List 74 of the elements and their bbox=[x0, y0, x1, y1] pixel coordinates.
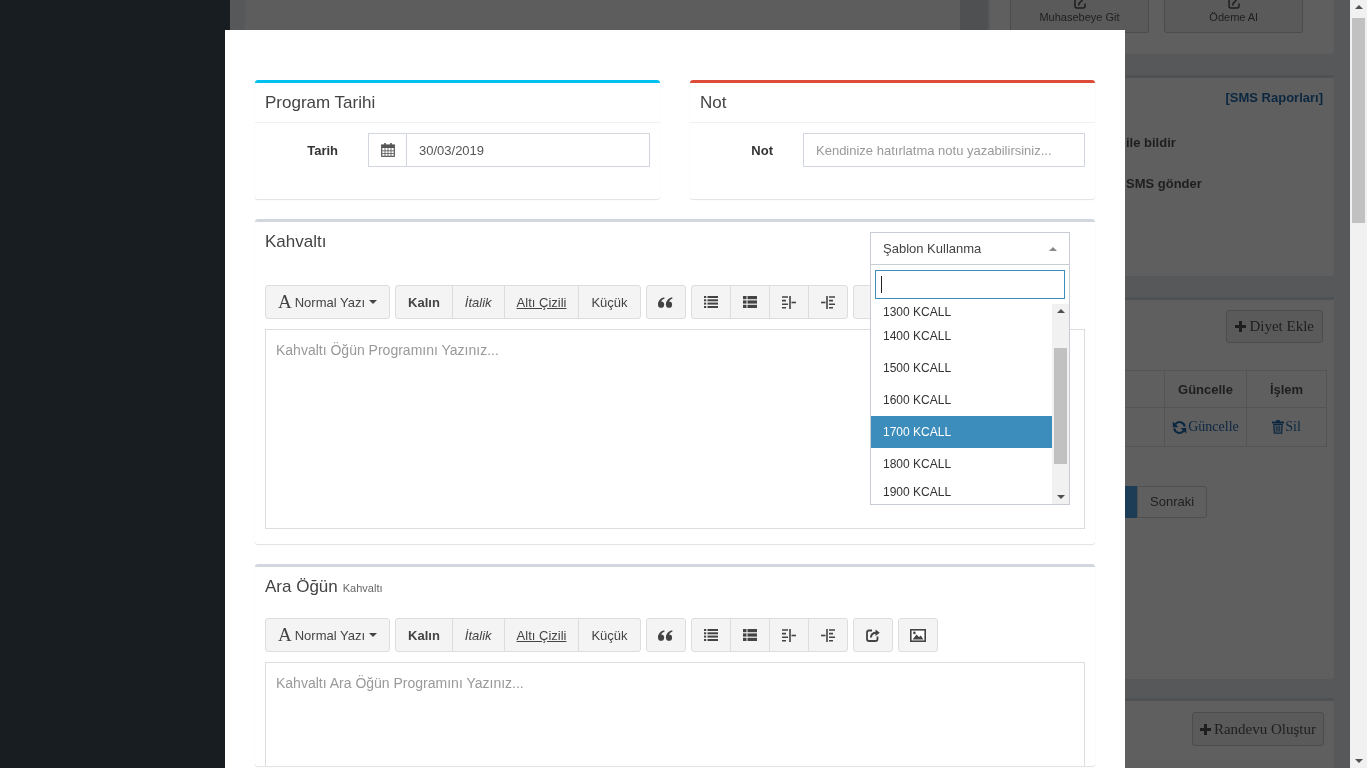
dropdown-option[interactable]: 1600 KCALL bbox=[871, 384, 1052, 416]
option-label: ile bildir bbox=[1126, 134, 1176, 152]
bullet-list-button[interactable] bbox=[690, 618, 731, 652]
list-button[interactable] bbox=[729, 618, 770, 652]
link-button[interactable] bbox=[852, 618, 893, 652]
list-icon bbox=[742, 296, 757, 308]
scroll-up-icon[interactable] bbox=[1354, 5, 1363, 9]
scrollbar-thumb[interactable] bbox=[1054, 348, 1067, 464]
bullet-list-button[interactable] bbox=[690, 285, 731, 319]
caret-icon bbox=[369, 633, 378, 637]
outdent-icon bbox=[781, 295, 796, 309]
caret-icon bbox=[369, 300, 378, 304]
scrollbar-thumb[interactable] bbox=[1352, 18, 1365, 223]
format-button[interactable]: Altı Çizili bbox=[503, 618, 580, 652]
scroll-up-icon[interactable] bbox=[1056, 309, 1065, 313]
date-field[interactable]: 30/03/2019 bbox=[406, 133, 650, 167]
edit-icon bbox=[1227, 0, 1240, 9]
edit-icon bbox=[1073, 0, 1086, 9]
text-editor[interactable]: Kahvaltı Ara Öğün Programını Yazınız... bbox=[265, 662, 1085, 766]
field-label: Not bbox=[750, 142, 773, 158]
section-title: Ara Öğün bbox=[265, 577, 338, 597]
indent-icon bbox=[820, 628, 835, 642]
text-style-dropdown[interactable]: A Normal Yazı bbox=[265, 285, 391, 319]
quote-icon bbox=[658, 296, 674, 308]
outdent-icon bbox=[781, 628, 796, 642]
format-button[interactable]: Kalın bbox=[395, 285, 453, 319]
list-icon bbox=[742, 629, 757, 641]
image-icon bbox=[909, 628, 926, 642]
column-header: İşlem bbox=[1247, 371, 1327, 408]
dropdown-option[interactable]: 1900 KCALL bbox=[871, 480, 1052, 504]
outdent-button[interactable] bbox=[768, 285, 809, 319]
dropdown-option[interactable]: 1300 KCALL bbox=[871, 304, 1052, 320]
section-subtitle: Kahvaltı bbox=[342, 581, 383, 596]
indent-button[interactable] bbox=[807, 285, 848, 319]
field-label: Tarih bbox=[306, 142, 338, 158]
trash-icon bbox=[1272, 420, 1285, 434]
text-style-dropdown[interactable]: A Normal Yazı bbox=[265, 618, 391, 652]
format-button[interactable]: İtalik bbox=[451, 618, 505, 652]
format-button[interactable]: Kalın bbox=[395, 618, 453, 652]
plus-icon bbox=[1235, 321, 1247, 332]
section-title: Kahvaltı bbox=[265, 232, 327, 252]
scrollbar[interactable] bbox=[1350, 0, 1367, 768]
caret-up-icon bbox=[1049, 246, 1057, 251]
image-button[interactable] bbox=[897, 618, 938, 652]
refresh-icon bbox=[1172, 419, 1188, 435]
quote-button[interactable] bbox=[645, 618, 686, 652]
dropdown-option[interactable]: 1800 KCALL bbox=[871, 448, 1052, 480]
note-field[interactable]: Kendinize hatırlatma notu yazabilirsiniz... bbox=[803, 133, 1085, 167]
format-button[interactable]: İtalik bbox=[451, 285, 505, 319]
format-button[interactable]: Küçük bbox=[578, 285, 641, 319]
dropdown-option[interactable]: 1700 KCALL bbox=[871, 416, 1052, 448]
calendar-icon bbox=[380, 143, 395, 157]
option-label: SMS gönder bbox=[1126, 175, 1202, 193]
format-button[interactable]: Küçük bbox=[578, 618, 641, 652]
template-select[interactable]: Şablon Kullanma bbox=[870, 232, 1070, 265]
format-button[interactable]: Altı Çizili bbox=[503, 285, 580, 319]
indent-button[interactable] bbox=[807, 618, 848, 652]
column-header: Güncelle bbox=[1165, 371, 1247, 408]
dropdown-option[interactable]: 1500 KCALL bbox=[871, 352, 1052, 384]
scroll-down-icon[interactable] bbox=[1354, 759, 1363, 763]
list-button[interactable] bbox=[729, 285, 770, 319]
scrollbar[interactable] bbox=[1052, 304, 1069, 504]
bullet-list-icon bbox=[703, 296, 718, 308]
share-icon bbox=[865, 628, 880, 642]
panel-title: Not bbox=[700, 92, 727, 113]
scroll-down-icon[interactable] bbox=[1056, 495, 1065, 499]
plus-icon bbox=[1199, 723, 1211, 735]
search-field[interactable] bbox=[875, 270, 1065, 299]
quote-button[interactable] bbox=[645, 285, 686, 319]
outdent-button[interactable] bbox=[768, 618, 809, 652]
quote-icon bbox=[658, 629, 674, 641]
indent-icon bbox=[820, 295, 835, 309]
panel-title: Program Tarihi bbox=[265, 92, 376, 113]
bullet-list-icon bbox=[703, 629, 718, 641]
